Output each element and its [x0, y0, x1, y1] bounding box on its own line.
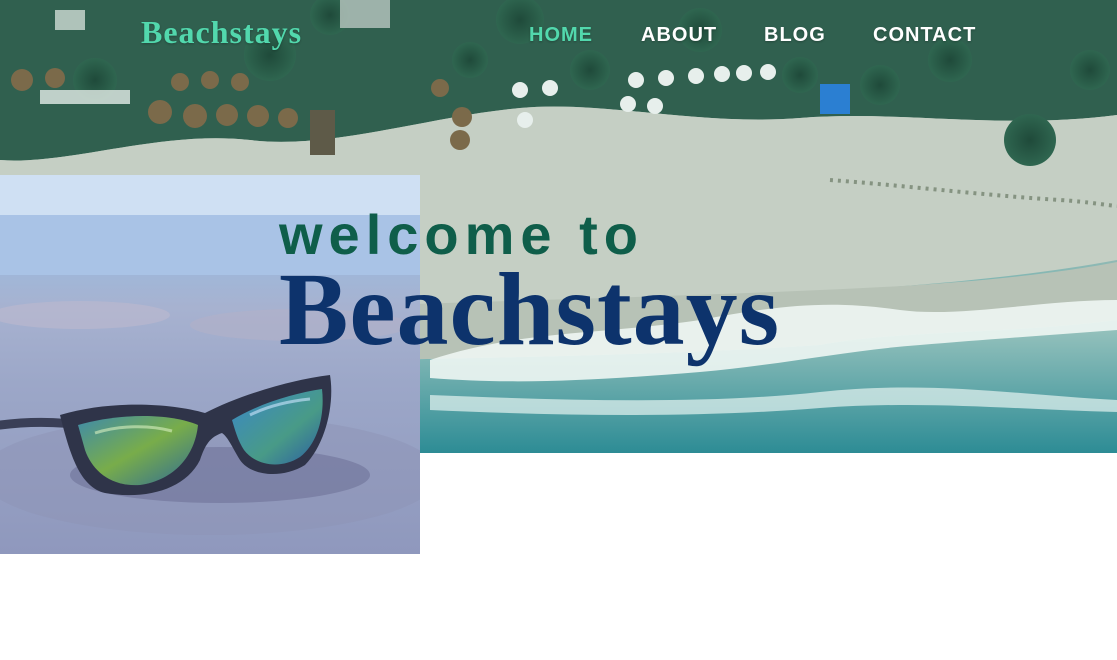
brand-logo[interactable]: Beachstays [141, 14, 302, 51]
nav-about-link[interactable]: ABOUT [641, 24, 717, 47]
nav-blog-link[interactable]: BLOG [764, 24, 826, 47]
hero-title: Beachstays [279, 252, 781, 367]
nav-contact-link[interactable]: CONTACT [873, 24, 976, 47]
page: Beachstays HOME ABOUT BLOG CONTACT welco… [0, 0, 1117, 660]
nav-home-link[interactable]: HOME [529, 24, 593, 47]
